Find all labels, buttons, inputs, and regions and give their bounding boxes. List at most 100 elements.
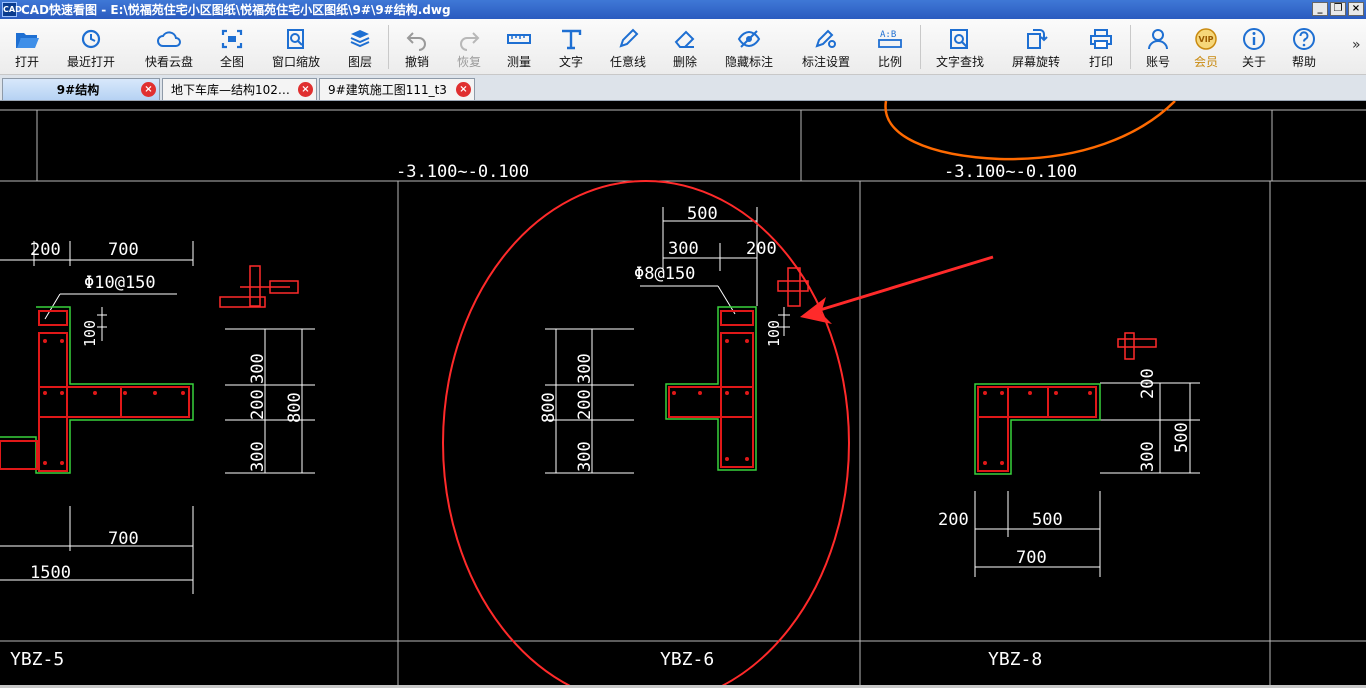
tab-close-icon[interactable]: × [298, 82, 313, 97]
close-button[interactable]: × [1348, 2, 1364, 16]
dim-label: 100 [81, 320, 99, 347]
tab-close-icon[interactable]: × [456, 82, 471, 97]
help-button[interactable]: 帮助 [1284, 19, 1324, 75]
erase-button[interactable]: 删除 [664, 19, 706, 75]
hide-annotation-button[interactable]: 隐藏标注 [718, 19, 780, 75]
ruler-icon [507, 34, 531, 44]
window-title: CAD快速看图 - E:\悦福苑住宅小区图纸\悦福苑住宅小区图纸\9#\9#结构… [21, 3, 451, 17]
measure-button[interactable]: 测量 [498, 19, 540, 75]
account-label: 账号 [1145, 55, 1170, 69]
dim-label: 500 [687, 204, 718, 224]
svg-text:VIP: VIP [1199, 35, 1214, 44]
window-controls: _ ❐ × [1312, 2, 1364, 16]
dim-label: 300 [248, 353, 268, 384]
tab-label: 地下车库—结构102… [171, 83, 290, 97]
hide-annotation-label: 隐藏标注 [724, 55, 773, 69]
text-button[interactable]: 文字 [550, 19, 592, 75]
undo-button[interactable]: 撤销 [396, 19, 438, 75]
erase-label: 删除 [672, 55, 697, 69]
layers-button[interactable]: 图层 [340, 19, 380, 75]
toolbar: 打开 最近打开 快看云盘 全图 窗口缩放 图层 撤销 恢复 测量 文字 任意线 [0, 19, 1366, 75]
redo-button[interactable]: 恢复 [448, 19, 490, 75]
open-label: 打开 [14, 55, 39, 69]
dim-label: 700 [108, 529, 139, 549]
recent-button[interactable]: 最近打开 [60, 19, 122, 75]
text-search-icon [950, 29, 968, 49]
red-highlight-ellipse [442, 180, 850, 688]
scale-label: 比例 [877, 55, 902, 69]
printer-icon [1090, 29, 1112, 49]
rebar-spec: Φ8@150 [634, 264, 695, 284]
tab-building-drawing[interactable]: 9#建筑施工图111_t3 × [319, 78, 475, 100]
dim-label: 200 [575, 389, 595, 420]
annotation-settings-button[interactable]: 标注设置 [794, 19, 858, 75]
tab-9-structure[interactable]: 9#结构 × [2, 78, 160, 100]
dim-label: 700 [108, 240, 139, 260]
minimize-button[interactable]: _ [1312, 2, 1328, 16]
text-label: 文字 [558, 55, 583, 69]
layers-label: 图层 [347, 55, 372, 69]
account-button[interactable]: 账号 [1138, 19, 1178, 75]
dim-label: 100 [765, 320, 783, 347]
pen-icon [619, 28, 639, 48]
dim-label: 200 [30, 240, 61, 260]
measure-label: 测量 [506, 55, 531, 69]
text-search-label: 文字查找 [935, 55, 984, 69]
tab-label: 9#建筑施工图111_t3 [328, 83, 447, 97]
vip-button[interactable]: VIP 会员 [1186, 19, 1226, 75]
red-arrow-shaft [809, 255, 994, 315]
detail-label-ybz-8: YBZ-8 [988, 649, 1042, 670]
window-zoom-button[interactable]: 窗口缩放 [264, 19, 328, 75]
dim-label: 300 [575, 353, 595, 384]
zoom-window-icon [287, 29, 304, 49]
recent-label: 最近打开 [66, 55, 115, 69]
elevation-left: -3.100~-0.100 [396, 162, 529, 182]
more-tools-chevron-icon[interactable]: » [1352, 37, 1361, 53]
freeline-button[interactable]: 任意线 [604, 19, 652, 75]
full-view-label: 全图 [219, 55, 244, 69]
restore-button[interactable]: ❐ [1330, 2, 1346, 16]
vip-label: 会员 [1193, 55, 1218, 69]
user-icon [1148, 29, 1168, 50]
full-view-button[interactable]: 全图 [212, 19, 252, 75]
rotate-screen-button[interactable]: 屏幕旋转 [1004, 19, 1068, 75]
dim-label: 500 [1172, 422, 1192, 453]
cloud-button[interactable]: 快看云盘 [138, 19, 200, 75]
toolbar-divider [920, 25, 921, 69]
rotate-screen-label: 屏幕旋转 [1011, 55, 1060, 69]
undo-icon [406, 32, 426, 51]
folder-open-icon [16, 33, 39, 48]
dim-label: 800 [285, 392, 305, 423]
open-button[interactable]: 打开 [4, 19, 50, 75]
scale-ab-icon: A:B [878, 30, 902, 48]
annotation-settings-label: 标注设置 [801, 55, 850, 69]
tab-close-icon[interactable]: × [141, 82, 156, 97]
print-button[interactable]: 打印 [1080, 19, 1122, 75]
text-search-button[interactable]: 文字查找 [928, 19, 992, 75]
detail-ybz-5: 200 700 Φ10@150 100 300 200 300 800 700 … [0, 240, 315, 670]
document-tab-bar: 9#结构 × 地下车库—结构102… × 9#建筑施工图111_t3 × [0, 75, 1366, 101]
toolbar-divider [388, 25, 389, 69]
help-question-icon [1293, 28, 1315, 50]
cloud-icon [157, 31, 181, 47]
vip-badge-icon: VIP [1195, 28, 1217, 50]
info-icon [1243, 28, 1265, 50]
cad-drawing: -3.100~-0.100 -3.100~-0.100 200 700 Φ10@… [0, 101, 1366, 688]
dim-label: 500 [1032, 510, 1063, 530]
svg-text:A:B: A:B [880, 30, 896, 40]
scale-button[interactable]: A:B 比例 [868, 19, 912, 75]
dim-label: 300 [575, 441, 595, 472]
tab-garage-structure[interactable]: 地下车库—结构102… × [162, 78, 317, 100]
detail-ybz-6: 500 300 200 Φ8@150 100 800 300 200 300 Y… [539, 204, 809, 670]
app-icon: CAD [2, 2, 22, 17]
dim-label: 300 [1138, 441, 1158, 472]
about-button[interactable]: 关于 [1234, 19, 1274, 75]
dim-label: 800 [539, 392, 559, 423]
layers-icon [350, 30, 370, 48]
dim-label: 200 [938, 510, 969, 530]
drawing-canvas[interactable]: -3.100~-0.100 -3.100~-0.100 200 700 Φ10@… [0, 101, 1366, 688]
text-t-icon [562, 29, 582, 50]
dim-label: 200 [1138, 368, 1158, 399]
help-label: 帮助 [1291, 55, 1316, 69]
dim-label: 300 [248, 441, 268, 472]
